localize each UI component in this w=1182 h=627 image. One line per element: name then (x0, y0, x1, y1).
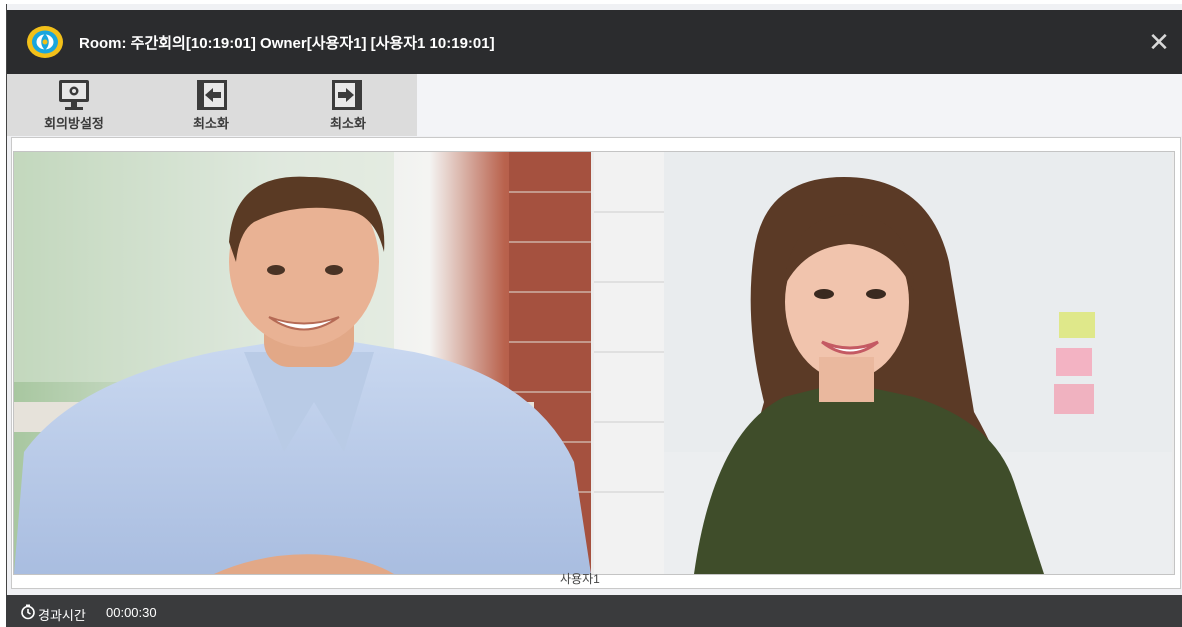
elapsed-time-value: 00:00:30 (106, 605, 157, 620)
monitor-settings-icon (59, 80, 89, 110)
close-button[interactable]: ✕ (1145, 28, 1173, 56)
enter-right-icon (332, 80, 362, 110)
window-title: Room: 주간회의[10:19:01] Owner[사용자1] [사용자1 1… (79, 35, 495, 52)
video-tile-participant-1[interactable] (14, 152, 591, 574)
title-bar[interactable]: Room: 주간회의[10:19:01] Owner[사용자1] [사용자1 1… (7, 10, 1182, 74)
timer-icon (21, 604, 35, 620)
status-bar: 경과시간 00:00:30 (6, 595, 1182, 627)
exit-left-icon (197, 80, 227, 110)
room-settings-button[interactable]: 회의방설정 (24, 78, 124, 134)
toolbar: 회의방설정 최소화 최소화 (7, 74, 417, 136)
participant-name-label: 사용자1 (560, 572, 600, 586)
minimize-right-button[interactable]: 최소화 (298, 78, 398, 134)
close-icon[interactable]: ✕ (1148, 27, 1170, 57)
participant-1-video (14, 152, 591, 574)
participant-2-video (594, 152, 1172, 574)
minimize-left-label: 최소화 (193, 116, 229, 131)
minimize-left-button[interactable]: 최소화 (161, 78, 261, 134)
app-logo-icon (27, 26, 63, 58)
room-settings-label: 회의방설정 (44, 116, 104, 131)
minimize-right-label: 최소화 (330, 116, 366, 131)
toolbar-empty-area (417, 74, 1182, 136)
video-grid (13, 151, 1175, 575)
elapsed-time-label: 경과시간 (38, 608, 86, 623)
video-tile-participant-2[interactable] (594, 152, 1172, 574)
